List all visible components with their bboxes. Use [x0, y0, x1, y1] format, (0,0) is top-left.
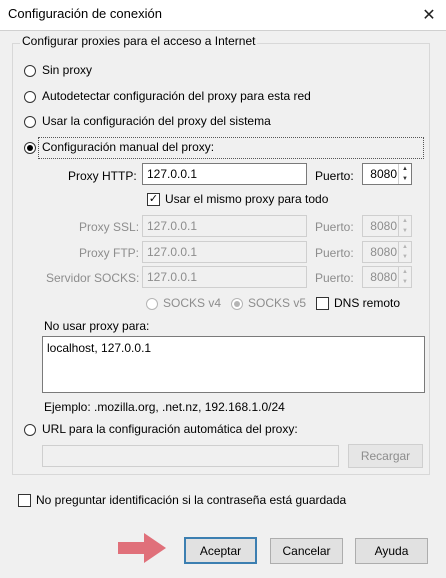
manual-proxy-label[interactable]: Configuración manual del proxy:	[42, 140, 214, 154]
dialog-body: Configurar proxies para el acceso a Inte…	[0, 31, 446, 578]
ftp-port-label: Puerto:	[315, 246, 354, 260]
no-proxy-label[interactable]: Sin proxy	[42, 63, 92, 77]
ssl-proxy-input[interactable]: 127.0.0.1	[142, 215, 307, 237]
no-proxy-for-textarea[interactable]: localhost, 127.0.0.1	[42, 336, 425, 393]
http-port-stepper[interactable]: 8080 ▲ ▼	[362, 163, 412, 185]
http-proxy-input[interactable]: 127.0.0.1	[142, 163, 307, 185]
http-port-value: 8080	[370, 167, 397, 181]
ftp-proxy-input[interactable]: 127.0.0.1	[142, 241, 307, 263]
spin-up-icon[interactable]: ▲	[399, 267, 411, 277]
accept-button[interactable]: Aceptar	[184, 537, 257, 564]
help-button[interactable]: Ayuda	[355, 538, 428, 564]
spin-up-icon[interactable]: ▲	[399, 216, 411, 226]
cancel-button[interactable]: Cancelar	[270, 538, 343, 564]
socks-v5-label[interactable]: SOCKS v5	[248, 296, 306, 310]
same-proxy-label[interactable]: Usar el mismo proxy para todo	[165, 192, 328, 206]
http-port-arrows[interactable]: ▲ ▼	[398, 164, 411, 184]
spin-up-icon[interactable]: ▲	[399, 164, 411, 174]
ssl-port-arrows[interactable]: ▲ ▼	[398, 216, 411, 236]
no-proxy-for-label: No usar proxy para:	[44, 319, 150, 333]
ssl-port-stepper[interactable]: 8080 ▲ ▼	[362, 215, 412, 237]
auto-config-url-radio[interactable]	[24, 424, 36, 436]
dns-remote-label[interactable]: DNS remoto	[334, 296, 400, 310]
ssl-proxy-label: Proxy SSL:	[79, 220, 140, 234]
right-arrow-icon	[118, 533, 166, 563]
no-proxy-radio[interactable]	[24, 65, 36, 77]
manual-proxy-radio[interactable]	[24, 142, 36, 154]
close-icon: ✕	[422, 7, 436, 24]
http-proxy-label: Proxy HTTP:	[68, 169, 137, 183]
auto-detect-label[interactable]: Autodetectar configuración del proxy par…	[42, 89, 311, 103]
ssl-port-label: Puerto:	[315, 220, 354, 234]
ftp-port-stepper[interactable]: 8080 ▲ ▼	[362, 241, 412, 263]
auto-detect-radio[interactable]	[24, 91, 36, 103]
no-prompt-auth-label[interactable]: No preguntar identificación si la contra…	[36, 493, 346, 507]
spin-down-icon[interactable]: ▼	[399, 226, 411, 236]
close-button[interactable]: ✕	[412, 0, 446, 30]
dns-remote-checkbox[interactable]	[316, 297, 329, 310]
no-proxy-example: Ejemplo: .mozilla.org, .net.nz, 192.168.…	[44, 400, 285, 414]
ftp-port-arrows[interactable]: ▲ ▼	[398, 242, 411, 262]
socks-port-value: 8080	[370, 270, 397, 284]
title-bar: Configuración de conexión ✕	[0, 0, 446, 31]
socks-port-stepper[interactable]: 8080 ▲ ▼	[362, 266, 412, 288]
socks-port-arrows[interactable]: ▲ ▼	[398, 267, 411, 287]
socks-host-label: Servidor SOCKS:	[46, 271, 140, 285]
auto-config-url-input[interactable]	[42, 445, 339, 467]
window-title: Configuración de conexión	[8, 6, 162, 21]
system-proxy-label[interactable]: Usar la configuración del proxy del sist…	[42, 114, 271, 128]
ssl-port-value: 8080	[370, 219, 397, 233]
socks-host-input[interactable]: 127.0.0.1	[142, 266, 307, 288]
spin-down-icon[interactable]: ▼	[399, 174, 411, 184]
socks-v4-radio[interactable]	[146, 298, 158, 310]
group-legend: Configurar proxies para el acceso a Inte…	[20, 34, 258, 48]
ftp-proxy-label: Proxy FTP:	[79, 246, 140, 260]
socks-v5-radio[interactable]	[231, 298, 243, 310]
reload-button[interactable]: Recargar	[348, 444, 423, 468]
http-port-label: Puerto:	[315, 169, 354, 183]
spin-down-icon[interactable]: ▼	[399, 277, 411, 287]
ftp-port-value: 8080	[370, 245, 397, 259]
socks-v4-label[interactable]: SOCKS v4	[163, 296, 221, 310]
spin-down-icon[interactable]: ▼	[399, 252, 411, 262]
system-proxy-radio[interactable]	[24, 116, 36, 128]
no-prompt-auth-checkbox[interactable]	[18, 494, 31, 507]
auto-config-url-label[interactable]: URL para la configuración automática del…	[42, 422, 298, 436]
socks-port-label: Puerto:	[315, 271, 354, 285]
checkmark-icon: ✓	[148, 193, 159, 205]
same-proxy-checkbox[interactable]: ✓	[147, 193, 160, 206]
spin-up-icon[interactable]: ▲	[399, 242, 411, 252]
